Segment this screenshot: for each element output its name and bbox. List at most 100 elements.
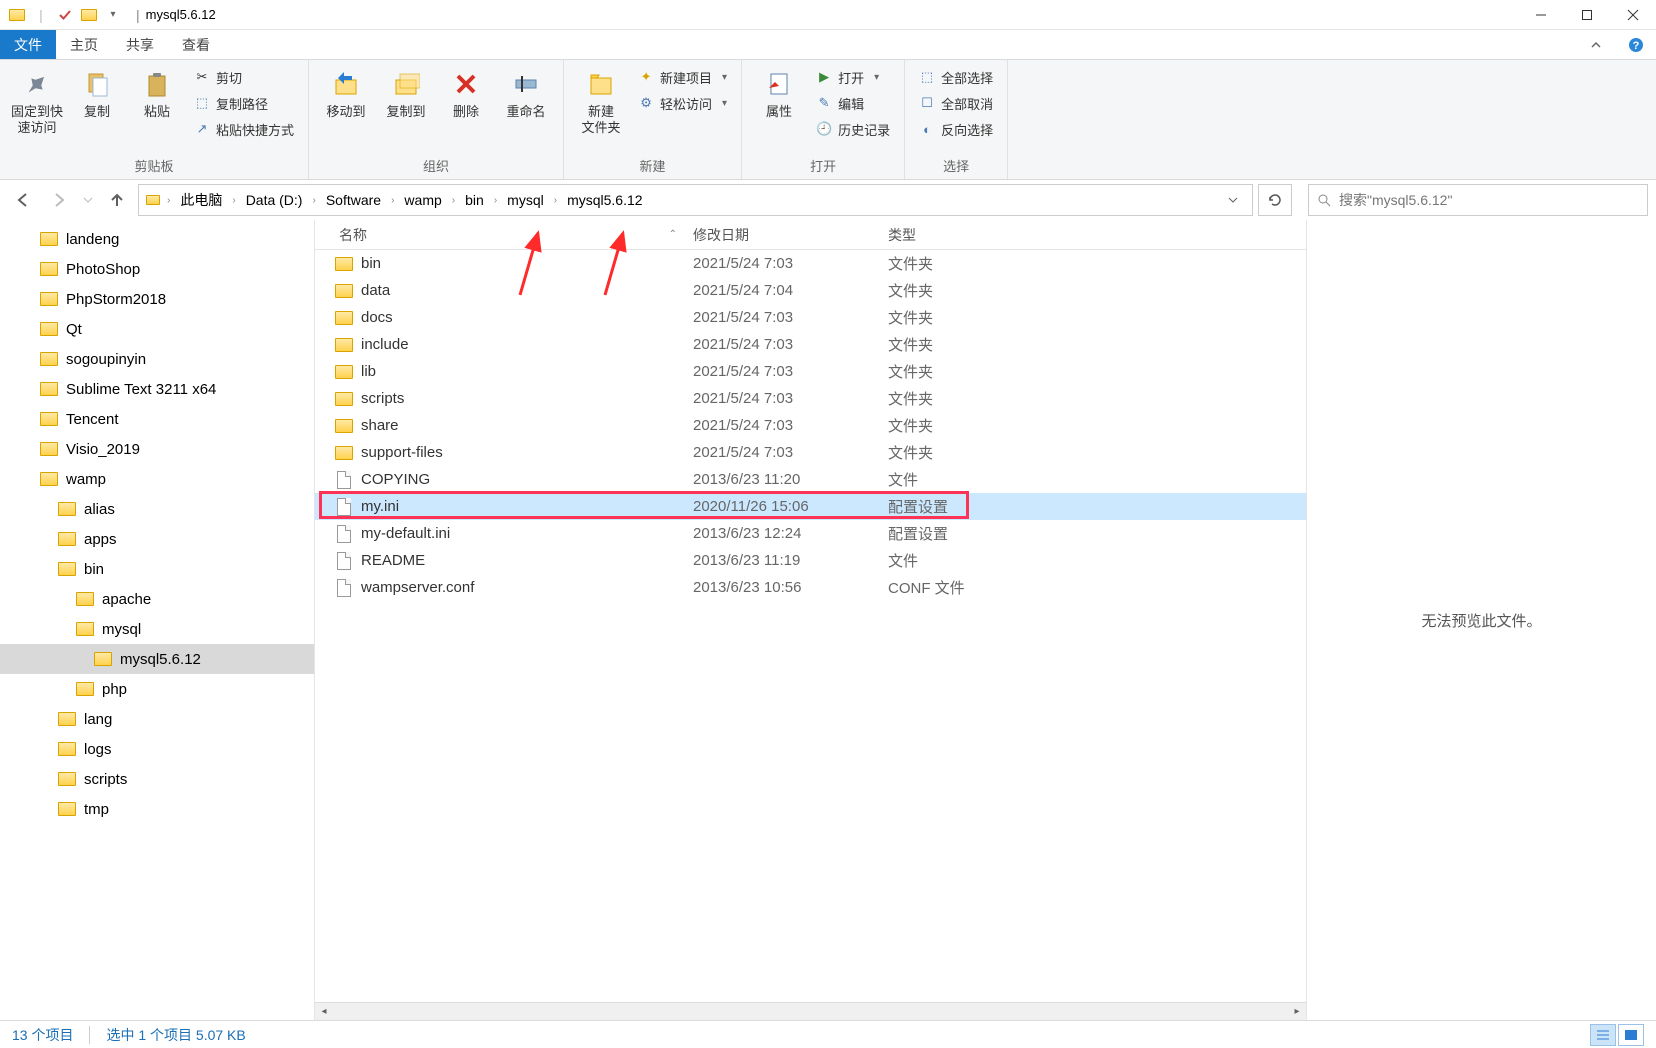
file-row[interactable]: lib2021/5/24 7:03文件夹 <box>315 358 1306 385</box>
copy-path-button[interactable]: ⬚复制路径 <box>188 90 300 116</box>
easy-access-button[interactable]: ⚙轻松访问▾ <box>632 90 733 116</box>
rename-button[interactable]: 重命名 <box>497 64 555 124</box>
file-list-pane: 名称⌃ 修改日期 类型 bin2021/5/24 7:03文件夹data2021… <box>315 220 1306 1020</box>
invert-selection-button[interactable]: ◐反向选择 <box>913 116 999 142</box>
move-to-button[interactable]: 移动到 <box>317 64 375 124</box>
file-row[interactable]: share2021/5/24 7:03文件夹 <box>315 412 1306 439</box>
breadcrumb[interactable]: › 此电脑› Data (D:)› Software› wamp› bin› m… <box>138 184 1253 216</box>
close-button[interactable] <box>1610 0 1656 30</box>
tree-item[interactable]: Qt <box>0 314 314 344</box>
file-row[interactable]: scripts2021/5/24 7:03文件夹 <box>315 385 1306 412</box>
tree-item[interactable]: tmp <box>0 794 314 824</box>
column-modified[interactable]: 修改日期 <box>685 225 880 245</box>
file-row[interactable]: bin2021/5/24 7:03文件夹 <box>315 250 1306 277</box>
tree-item[interactable]: Visio_2019 <box>0 434 314 464</box>
tree-item[interactable]: wamp <box>0 464 314 494</box>
column-type[interactable]: 类型 <box>880 225 1020 245</box>
breadcrumb-item[interactable]: mysql5.6.12 <box>561 185 648 215</box>
tree-item[interactable]: mysql5.6.12 <box>0 644 314 674</box>
select-all-button[interactable]: ⬚全部选择 <box>913 64 999 90</box>
tree-item[interactable]: bin <box>0 554 314 584</box>
new-item-button[interactable]: ✦新建项目▾ <box>632 64 733 90</box>
new-folder-button[interactable]: 新建 文件夹 <box>572 64 630 139</box>
paste-shortcut-button[interactable]: ↗粘贴快捷方式 <box>188 116 300 142</box>
cut-button[interactable]: ✂剪切 <box>188 64 300 90</box>
tree-item[interactable]: sogoupinyin <box>0 344 314 374</box>
select-none-button[interactable]: ☐全部取消 <box>913 90 999 116</box>
tree-item[interactable]: mysql <box>0 614 314 644</box>
breadcrumb-item[interactable]: Data (D:) <box>240 185 309 215</box>
column-name[interactable]: 名称⌃ <box>315 225 685 245</box>
tab-home[interactable]: 主页 <box>56 30 112 59</box>
maximize-button[interactable] <box>1564 0 1610 30</box>
edit-button[interactable]: ✎编辑 <box>810 90 896 116</box>
tree-item[interactable]: landeng <box>0 224 314 254</box>
chevron-right-icon[interactable]: › <box>552 195 559 206</box>
copy-button[interactable]: 复制 <box>68 64 126 124</box>
back-button[interactable] <box>8 185 38 215</box>
file-row[interactable]: wampserver.conf2013/6/23 10:56CONF 文件 <box>315 574 1306 601</box>
chevron-right-icon[interactable]: › <box>230 195 237 206</box>
tree-item[interactable]: apache <box>0 584 314 614</box>
tree-item[interactable]: PhpStorm2018 <box>0 284 314 314</box>
chevron-right-icon[interactable]: › <box>450 195 457 206</box>
qat-dropdown-icon[interactable]: ▾ <box>102 4 124 26</box>
tree-item[interactable]: scripts <box>0 764 314 794</box>
help-icon[interactable]: ? <box>1616 30 1656 59</box>
recent-dropdown[interactable] <box>80 185 96 215</box>
tree-item[interactable]: lang <box>0 704 314 734</box>
file-icon <box>335 525 353 543</box>
file-row[interactable]: README2013/6/23 11:19文件 <box>315 547 1306 574</box>
chevron-right-icon[interactable]: › <box>310 195 317 206</box>
address-dropdown-icon[interactable] <box>1218 195 1248 205</box>
tree-item[interactable]: Tencent <box>0 404 314 434</box>
file-row[interactable]: my.ini2020/11/26 15:06配置设置 <box>315 493 1306 520</box>
ribbon-collapse-icon[interactable] <box>1576 30 1616 59</box>
tree-item[interactable]: php <box>0 674 314 704</box>
file-row[interactable]: include2021/5/24 7:03文件夹 <box>315 331 1306 358</box>
forward-button[interactable] <box>44 185 74 215</box>
properties-button[interactable]: 属性 <box>750 64 808 124</box>
folder-tree[interactable]: landengPhotoShopPhpStorm2018Qtsogoupinyi… <box>0 220 315 1020</box>
horizontal-scrollbar[interactable]: ◂ ▸ <box>315 1002 1306 1020</box>
file-row[interactable]: docs2021/5/24 7:03文件夹 <box>315 304 1306 331</box>
pin-quick-access-button[interactable]: 固定到快 速访问 <box>8 64 66 139</box>
breadcrumb-item[interactable]: Software <box>320 185 387 215</box>
file-list[interactable]: bin2021/5/24 7:03文件夹data2021/5/24 7:04文件… <box>315 250 1306 1002</box>
open-button[interactable]: ▶打开▾ <box>810 64 896 90</box>
tree-item[interactable]: logs <box>0 734 314 764</box>
chevron-right-icon[interactable]: › <box>492 195 499 206</box>
search-input[interactable]: 搜索"mysql5.6.12" <box>1308 184 1648 216</box>
tree-item[interactable]: Sublime Text 3211 x64 <box>0 374 314 404</box>
breadcrumb-item[interactable]: bin <box>459 185 490 215</box>
copy-to-button[interactable]: 复制到 <box>377 64 435 124</box>
tab-file[interactable]: 文件 <box>0 30 56 59</box>
chevron-right-icon[interactable]: › <box>165 195 172 206</box>
breadcrumb-item[interactable]: wamp <box>398 185 447 215</box>
scroll-left-icon[interactable]: ◂ <box>315 1003 333 1020</box>
file-row[interactable]: my-default.ini2013/6/23 12:24配置设置 <box>315 520 1306 547</box>
breadcrumb-item[interactable]: 此电脑 <box>174 185 228 215</box>
scroll-right-icon[interactable]: ▸ <box>1288 1003 1306 1020</box>
tab-share[interactable]: 共享 <box>112 30 168 59</box>
file-row[interactable]: data2021/5/24 7:04文件夹 <box>315 277 1306 304</box>
chevron-right-icon[interactable]: › <box>389 195 396 206</box>
qat-folder-icon[interactable] <box>78 4 100 26</box>
up-button[interactable] <box>102 185 132 215</box>
tree-item[interactable]: PhotoShop <box>0 254 314 284</box>
refresh-button[interactable] <box>1258 184 1292 216</box>
minimize-button[interactable] <box>1518 0 1564 30</box>
tab-view[interactable]: 查看 <box>168 30 224 59</box>
tree-item[interactable]: alias <box>0 494 314 524</box>
history-button[interactable]: 🕘历史记录 <box>810 116 896 142</box>
details-view-button[interactable] <box>1590 1024 1616 1046</box>
breadcrumb-item[interactable]: mysql <box>501 185 550 215</box>
paste-button[interactable]: 粘贴 <box>128 64 186 124</box>
icons-view-button[interactable] <box>1618 1024 1644 1046</box>
qat-checkmark-icon[interactable] <box>54 4 76 26</box>
file-row[interactable]: COPYING2013/6/23 11:20文件 <box>315 466 1306 493</box>
file-row[interactable]: support-files2021/5/24 7:03文件夹 <box>315 439 1306 466</box>
delete-button[interactable]: 删除 <box>437 64 495 124</box>
tree-item[interactable]: apps <box>0 524 314 554</box>
copypath-icon: ⬚ <box>194 95 210 111</box>
